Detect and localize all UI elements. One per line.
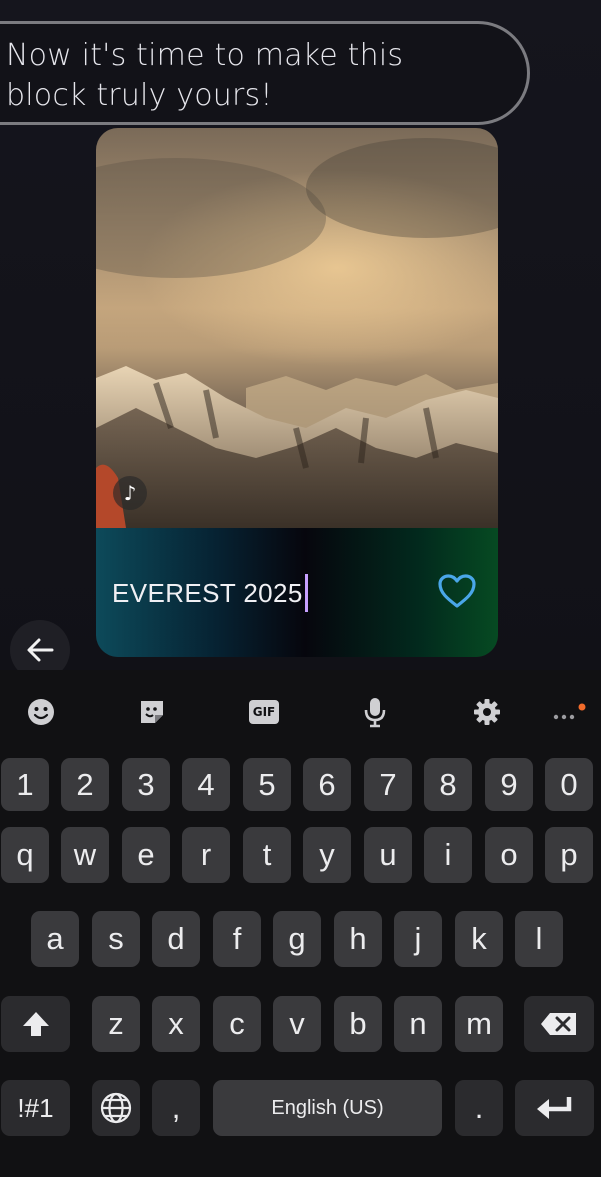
app-content: Now it's time to make this block truly y… — [0, 0, 601, 670]
key-q[interactable]: q — [1, 827, 49, 883]
symbols-key[interactable]: !#1 — [1, 1080, 70, 1136]
language-key[interactable] — [92, 1080, 140, 1136]
key-d[interactable]: d — [152, 911, 200, 967]
shift-key[interactable] — [1, 996, 70, 1052]
back-button[interactable] — [10, 620, 70, 670]
key-0[interactable]: 0 — [545, 758, 593, 811]
prompt-line-1: Now it's time to make this — [6, 38, 404, 73]
key-k[interactable]: k — [455, 911, 503, 967]
media-card[interactable]: ♪ EVEREST 2025 — [96, 128, 498, 657]
key-8[interactable]: 8 — [424, 758, 472, 811]
key-v[interactable]: v — [273, 996, 321, 1052]
key-y[interactable]: y — [303, 827, 351, 883]
key-f[interactable]: f — [213, 911, 261, 967]
prompt-line-2: block truly yours! — [6, 78, 273, 113]
key-j[interactable]: j — [394, 911, 442, 967]
key-i[interactable]: i — [424, 827, 472, 883]
gif-button[interactable]: GIF — [244, 692, 284, 732]
key-9[interactable]: 9 — [485, 758, 533, 811]
enter-key[interactable] — [515, 1080, 594, 1136]
key-z[interactable]: z — [92, 996, 140, 1052]
key-n[interactable]: n — [394, 996, 442, 1052]
key-5[interactable]: 5 — [243, 758, 291, 811]
key-4[interactable]: 4 — [182, 758, 230, 811]
tiktok-icon: ♪ — [113, 476, 147, 510]
space-key[interactable]: English (US) — [213, 1080, 442, 1136]
arrow-left-icon — [27, 638, 54, 662]
key-a[interactable]: a — [31, 911, 79, 967]
key-7[interactable]: 7 — [364, 758, 412, 811]
sticker-icon[interactable] — [132, 692, 172, 732]
more-icon[interactable] — [546, 692, 586, 732]
backspace-key[interactable] — [524, 996, 594, 1052]
key-u[interactable]: u — [364, 827, 412, 883]
card-footer: EVEREST 2025 — [96, 528, 498, 657]
comma-key[interactable]: , — [152, 1080, 200, 1136]
key-e[interactable]: e — [122, 827, 170, 883]
key-p[interactable]: p — [545, 827, 593, 883]
key-r[interactable]: r — [182, 827, 230, 883]
key-h[interactable]: h — [334, 911, 382, 967]
key-s[interactable]: s — [92, 911, 140, 967]
backspace-icon — [541, 1013, 576, 1035]
text-cursor — [304, 574, 308, 612]
period-key[interactable]: . — [455, 1080, 503, 1136]
key-1[interactable]: 1 — [1, 758, 49, 811]
key-o[interactable]: o — [485, 827, 533, 883]
mountain-illustration — [96, 138, 498, 528]
shift-icon — [22, 1012, 49, 1036]
key-x[interactable]: x — [152, 996, 200, 1052]
on-screen-keyboard: GIF 1 2 3 4 5 6 7 8 9 0 q w e r t y u i … — [0, 670, 601, 1177]
prompt-text: Now it's time to make this block truly y… — [6, 36, 466, 116]
gif-label: GIF — [248, 700, 280, 724]
key-c[interactable]: c — [213, 996, 261, 1052]
heart-outline-icon[interactable] — [436, 572, 478, 610]
key-w[interactable]: w — [61, 827, 109, 883]
key-2[interactable]: 2 — [61, 758, 109, 811]
globe-icon — [100, 1092, 132, 1124]
keyboard-toolbar: GIF — [0, 670, 601, 758]
title-text: EVEREST 2025 — [112, 577, 303, 608]
key-m[interactable]: m — [455, 996, 503, 1052]
key-t[interactable]: t — [243, 827, 291, 883]
key-b[interactable]: b — [334, 996, 382, 1052]
key-6[interactable]: 6 — [303, 758, 351, 811]
title-input[interactable]: EVEREST 2025 — [112, 574, 308, 612]
enter-icon — [536, 1097, 571, 1119]
emoji-icon[interactable] — [21, 692, 61, 732]
key-g[interactable]: g — [273, 911, 321, 967]
microphone-icon[interactable] — [355, 692, 395, 732]
settings-icon[interactable] — [467, 692, 507, 732]
key-3[interactable]: 3 — [122, 758, 170, 811]
cover-photo[interactable]: ♪ — [96, 128, 498, 528]
key-l[interactable]: l — [515, 911, 563, 967]
